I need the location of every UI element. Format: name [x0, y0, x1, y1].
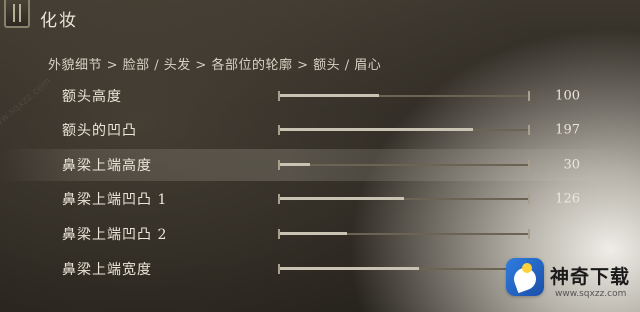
header-bar: 化妆	[0, 0, 640, 36]
page-title: 化妆	[40, 11, 78, 31]
watermark-url: www.sqxzz.com	[555, 289, 627, 299]
slider-cap-left	[278, 125, 280, 135]
slider-track	[280, 164, 528, 166]
slider-cap-left	[278, 160, 280, 170]
row-value: 100	[555, 88, 580, 104]
slider-cap-left	[278, 229, 280, 239]
slider-cap-right	[528, 125, 530, 135]
row-label: 鼻梁上端宽度	[62, 262, 152, 278]
row-label: 鼻梁上端凹凸 1	[62, 192, 168, 208]
slider-cap-right	[528, 229, 530, 239]
row-label: 鼻梁上端高度	[62, 158, 152, 174]
forehead-depth-slider[interactable]	[278, 124, 530, 136]
slider-fill	[280, 128, 473, 131]
nose-bridge-width-slider[interactable]	[278, 263, 530, 275]
slider-fill	[280, 267, 419, 270]
slider-fill	[280, 163, 310, 166]
watermark-logo-icon	[506, 258, 544, 296]
slider-cap-right	[528, 194, 530, 204]
row-label: 额头的凹凸	[62, 123, 137, 139]
slider-cap-left	[278, 194, 280, 204]
breadcrumb: 外貌细节 > 脸部 / 头发 > 各部位的轮廓 > 额头 / 眉心	[48, 58, 382, 73]
forehead-height-slider[interactable]	[278, 90, 530, 102]
row-value: 197	[555, 122, 580, 138]
slider-cap-left	[278, 91, 280, 101]
watermark-site-name: 神奇下载	[550, 266, 631, 288]
slider-fill	[280, 197, 404, 200]
slider-row-nose-bridge-height[interactable]: 鼻梁上端高度 30	[0, 149, 640, 181]
slider-row-forehead-height[interactable]: 额头高度 100	[0, 80, 640, 112]
slider-row-forehead-depth[interactable]: 额头的凹凸 197	[0, 114, 640, 146]
slider-row-nose-bridge-depth-1[interactable]: 鼻梁上端凹凸 1 126	[0, 183, 640, 215]
row-value: 30	[563, 157, 580, 173]
nose-bridge-depth-2-slider[interactable]	[278, 228, 530, 240]
nose-bridge-depth-1-slider[interactable]	[278, 193, 530, 205]
row-value: 126	[555, 191, 580, 207]
slider-cap-left	[278, 264, 280, 274]
character-creation-screen: www.sqxzz.com 化妆 外貌细节 > 脸部 / 头发 > 各部位的轮廓…	[0, 0, 640, 312]
row-label: 鼻梁上端凹凸 2	[62, 227, 168, 243]
row-label: 额头高度	[62, 89, 122, 105]
slider-row-nose-bridge-width[interactable]: 鼻梁上端宽度	[0, 253, 640, 285]
slider-cap-right	[528, 91, 530, 101]
slider-fill	[280, 94, 379, 97]
slider-cap-right	[528, 160, 530, 170]
menu-book-icon[interactable]	[4, 0, 30, 28]
nose-bridge-height-slider[interactable]	[278, 159, 530, 171]
slider-fill	[280, 232, 347, 235]
slider-row-nose-bridge-depth-2[interactable]: 鼻梁上端凹凸 2	[0, 218, 640, 250]
